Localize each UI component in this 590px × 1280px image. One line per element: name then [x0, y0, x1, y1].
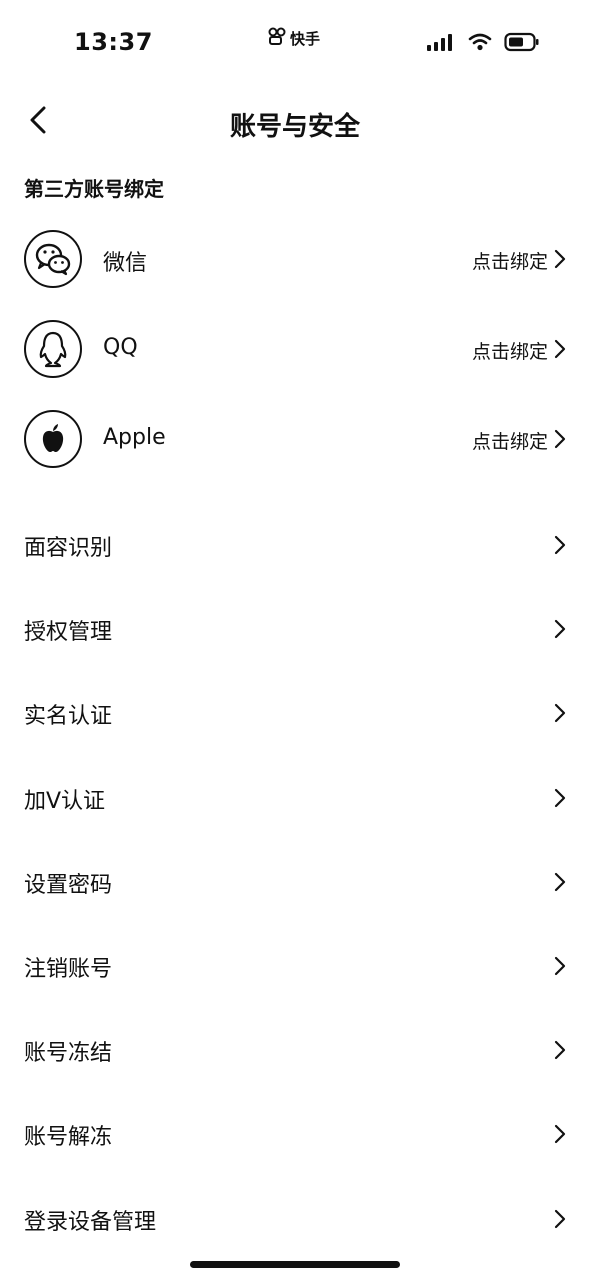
settings-label: 登录设备管理	[24, 1209, 157, 1235]
settings-row-unfreeze-account[interactable]: 账号解冻	[0, 1092, 590, 1176]
chevron-right-icon	[554, 339, 566, 363]
settings-row-set-password[interactable]: 设置密码	[0, 840, 590, 924]
chevron-right-icon	[554, 429, 566, 453]
settings-label: 设置密码	[24, 872, 113, 898]
wifi-icon	[468, 33, 492, 55]
chevron-right-icon	[554, 872, 566, 896]
chevron-right-icon	[554, 788, 566, 812]
bind-action: 点击绑定	[472, 337, 566, 364]
battery-icon	[504, 32, 540, 56]
chevron-right-icon	[554, 249, 566, 273]
settings-label: 面容识别	[24, 536, 113, 561]
chevron-right-icon	[554, 1124, 566, 1148]
home-indicator[interactable]	[190, 1261, 400, 1268]
bind-action: 点击绑定	[472, 247, 566, 274]
chevron-right-icon	[554, 956, 566, 980]
settings-row-device-management[interactable]: 登录设备管理	[0, 1177, 590, 1261]
settings-row-authorization[interactable]: 授权管理	[0, 587, 590, 671]
bind-action-text: 点击绑定	[471, 341, 548, 363]
settings-row-delete-account[interactable]: 注销账号	[0, 924, 590, 1008]
status-time: 13:37	[74, 28, 153, 56]
nav-bar: 账号与安全	[0, 92, 590, 152]
bind-action: 点击绑定	[472, 427, 566, 454]
chevron-right-icon	[554, 1040, 566, 1064]
settings-row-real-name[interactable]: 实名认证	[0, 671, 590, 755]
settings-label: 实名认证	[24, 704, 113, 730]
settings-row-freeze-account[interactable]: 账号冻结	[0, 1008, 590, 1092]
chevron-right-icon	[554, 535, 566, 559]
settings-label: 授权管理	[24, 620, 113, 646]
chevron-right-icon	[554, 1209, 566, 1233]
status-icons	[426, 32, 540, 56]
settings-label: 账号冻结	[24, 1041, 113, 1067]
bind-label: 微信	[103, 251, 148, 276]
status-app-label: 快手	[290, 29, 321, 48]
settings-list: 面容识别 授权管理 实名认证 加V认证 设置密码 注销账号 账号冻结 账号解冻 …	[0, 503, 590, 1261]
third-party-bind-list: 微信 点击绑定 QQ 点击绑定 Apple 点击绑定	[0, 214, 590, 484]
signal-icon	[426, 33, 456, 55]
apple-icon	[24, 410, 82, 468]
bind-row-apple[interactable]: Apple 点击绑定	[0, 394, 590, 484]
status-app-indicator: 快手	[267, 26, 320, 50]
settings-label: 账号解冻	[24, 1125, 113, 1151]
status-bar: 13:37 快手	[0, 0, 590, 86]
chevron-right-icon	[554, 703, 566, 727]
section-header-third-party: 第三方账号绑定	[24, 177, 164, 201]
settings-row-v-verification[interactable]: 加V认证	[0, 756, 590, 840]
kuaishou-logo-icon	[267, 26, 287, 50]
bind-label: Apple	[103, 425, 166, 450]
settings-label: 加V认证	[24, 788, 106, 814]
bind-action-text: 点击绑定	[471, 251, 548, 273]
settings-row-face-id[interactable]: 面容识别	[0, 503, 590, 587]
bind-label: QQ	[103, 335, 138, 360]
settings-label: 注销账号	[24, 956, 113, 982]
qq-icon	[24, 320, 82, 378]
page-title: 账号与安全	[229, 112, 360, 142]
bind-action-text: 点击绑定	[471, 431, 548, 453]
bind-row-qq[interactable]: QQ 点击绑定	[0, 304, 590, 394]
chevron-right-icon	[554, 619, 566, 643]
bind-row-wechat[interactable]: 微信 点击绑定	[0, 214, 590, 304]
wechat-icon	[24, 230, 82, 288]
